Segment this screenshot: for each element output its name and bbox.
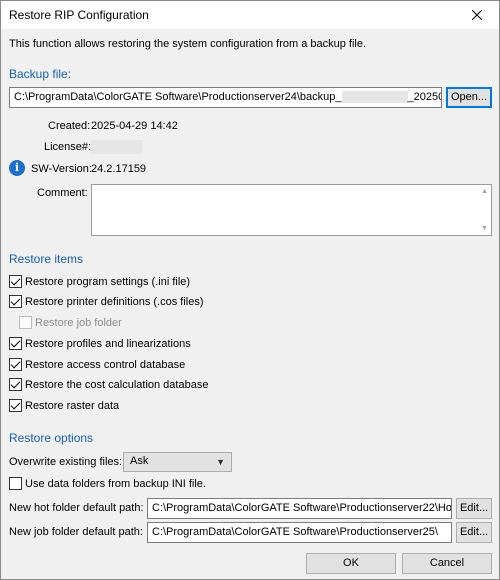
description-text: This function allows restoring the syste… bbox=[9, 38, 367, 50]
overwrite-select-value: Ask bbox=[130, 455, 149, 467]
use-data-folders-label: Use data folders from backup INI file. bbox=[25, 478, 206, 490]
backup-path-suffix: _20250429_1. bbox=[407, 91, 442, 103]
restore-job-folder-label: Restore job folder bbox=[35, 317, 122, 329]
close-button[interactable] bbox=[455, 1, 499, 29]
restore-options-section-label: Restore options bbox=[9, 431, 94, 445]
redacted-text bbox=[341, 91, 408, 104]
restore-job-folder-checkbox bbox=[19, 316, 32, 329]
restore-cost-calculation-label: Restore the cost calculation database bbox=[25, 379, 209, 391]
restore-items-section-label: Restore items bbox=[9, 252, 84, 266]
restore-program-settings-checkbox[interactable] bbox=[9, 275, 22, 288]
restore-program-settings-label: Restore program settings (.ini file) bbox=[25, 276, 191, 288]
restore-cost-calculation-checkbox[interactable] bbox=[9, 378, 22, 391]
cancel-button[interactable]: Cancel bbox=[402, 553, 492, 574]
overwrite-label: Overwrite existing files: bbox=[9, 456, 123, 468]
restore-access-control-label: Restore access control database bbox=[25, 359, 186, 371]
job-folder-edit-button[interactable]: Edit... bbox=[456, 522, 492, 543]
use-data-folders-checkbox[interactable] bbox=[9, 477, 22, 490]
close-icon bbox=[472, 10, 482, 20]
sw-version-label: SW-Version: bbox=[31, 163, 92, 175]
scroll-up-icon[interactable]: ▲ bbox=[481, 188, 488, 195]
info-icon: i bbox=[9, 160, 25, 176]
comment-field[interactable]: ▲ ▼ bbox=[91, 184, 492, 236]
hot-folder-edit-button[interactable]: Edit... bbox=[456, 498, 492, 519]
backup-path-prefix: C:\ProgramData\ColorGATE Software\Produc… bbox=[14, 91, 342, 103]
restore-raster-data-label: Restore raster data bbox=[25, 400, 120, 412]
overwrite-select[interactable]: Ask ▼ bbox=[123, 452, 232, 472]
ok-button[interactable]: OK bbox=[306, 553, 396, 574]
created-value: 2025-04-29 14:42 bbox=[91, 120, 178, 132]
hot-folder-input[interactable]: C:\ProgramData\ColorGATE Software\Produc… bbox=[147, 498, 452, 519]
backup-section-label: Backup file: bbox=[9, 67, 72, 81]
created-label: Created: bbox=[48, 120, 91, 132]
license-label: License#: bbox=[44, 141, 92, 153]
sw-version-value: 24.2.17159 bbox=[91, 163, 147, 175]
comment-label: Comment: bbox=[37, 187, 88, 199]
restore-dialog: Restore RIP Configuration This function … bbox=[0, 0, 500, 580]
license-value-redacted bbox=[91, 140, 143, 154]
scroll-down-icon[interactable]: ▼ bbox=[481, 225, 488, 232]
restore-raster-data-checkbox[interactable] bbox=[9, 399, 22, 412]
chevron-down-icon: ▼ bbox=[216, 457, 225, 467]
job-folder-input[interactable]: C:\ProgramData\ColorGATE Software\Produc… bbox=[147, 522, 452, 543]
restore-access-control-checkbox[interactable] bbox=[9, 358, 22, 371]
window-title: Restore RIP Configuration bbox=[9, 8, 149, 22]
restore-profiles-checkbox[interactable] bbox=[9, 337, 22, 350]
job-folder-label: New job folder default path: bbox=[9, 526, 143, 538]
open-button[interactable]: Open... bbox=[446, 87, 492, 108]
restore-printer-definitions-checkbox[interactable] bbox=[9, 295, 22, 308]
title-bar: Restore RIP Configuration bbox=[1, 1, 499, 29]
hot-folder-label: New hot folder default path: bbox=[9, 502, 144, 514]
restore-printer-definitions-label: Restore printer definitions (.cos files) bbox=[25, 296, 204, 308]
backup-file-input[interactable]: C:\ProgramData\ColorGATE Software\Produc… bbox=[9, 87, 442, 108]
restore-profiles-label: Restore profiles and linearizations bbox=[25, 338, 191, 350]
